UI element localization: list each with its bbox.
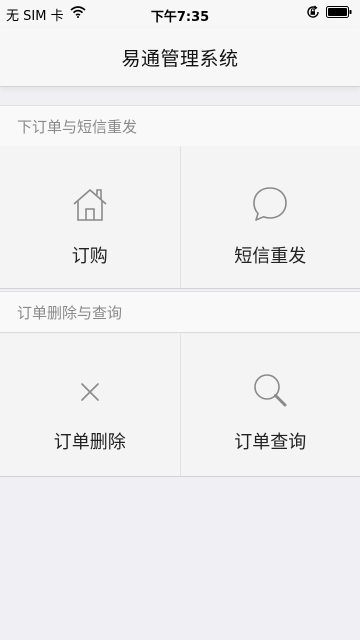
order-label: 订购 [71,246,108,267]
section-header-label: 订单删除与查询 [17,304,123,322]
section-header-order-sms: 下订单与短信重发 [0,105,360,147]
grid-row-delete-query: 订单删除 订单查询 [0,334,360,477]
close-icon [70,372,110,412]
grid-row-order-sms: 订购 短信重发 [0,146,360,289]
order-query-label: 订单查询 [234,432,307,453]
home-icon [70,184,110,224]
order-delete-button[interactable]: 订单删除 [0,334,180,476]
section-header-delete-query: 订单删除与查询 [0,291,360,333]
sms-resend-label: 短信重发 [234,246,307,267]
nav-bar: 易通管理系统 [0,28,360,87]
order-delete-label: 订单删除 [53,432,126,453]
status-right [306,5,352,23]
section-header-label: 下订单与短信重发 [17,118,138,136]
orientation-lock-icon [306,5,320,23]
search-icon [250,370,290,410]
chat-bubble-icon [250,184,290,224]
page-title: 易通管理系统 [121,48,239,70]
order-button[interactable]: 订购 [0,146,180,288]
sms-resend-button[interactable]: 短信重发 [179,146,360,288]
battery-icon [326,6,352,22]
status-bar: 无 SIM 卡 下午7:35 [0,0,360,28]
order-query-button[interactable]: 订单查询 [179,334,360,476]
empty-area [0,478,360,640]
